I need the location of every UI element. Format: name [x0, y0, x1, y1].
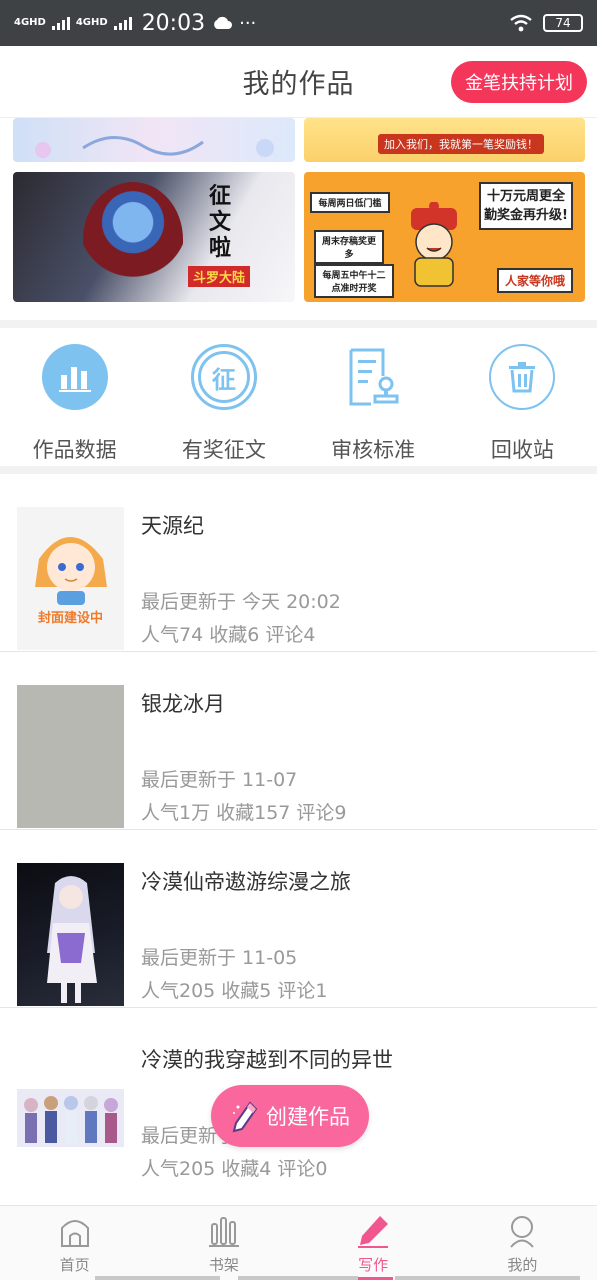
- tab-write-label: 写作: [358, 1256, 389, 1274]
- work-data-label: 作品数据: [32, 438, 117, 462]
- work-title: 冷漠仙帝遨游综漫之旅: [141, 870, 351, 894]
- work-title: 天源纪: [141, 514, 204, 538]
- contest-banner[interactable]: 征文啦 斗罗大陆: [13, 172, 295, 302]
- bonus-box-1: 每周两日低门槛: [310, 192, 390, 213]
- section-divider: [0, 320, 597, 328]
- work-title: 银龙冰月: [141, 692, 225, 716]
- anime-character-icon: [83, 182, 183, 297]
- emperor-mascot-icon: [411, 202, 457, 287]
- anime-girl-icon: [47, 876, 97, 1003]
- bonus-box-2: 周末存稿奖更多: [314, 230, 384, 264]
- bonus-cta: 人家等你哦: [496, 268, 573, 293]
- work-stats: 人气205 收藏4 评论0: [141, 1158, 328, 1180]
- page-title: 我的作品: [242, 69, 355, 100]
- recycle-bin-label: 回收站: [490, 438, 554, 462]
- cover-caption: 封面建设中: [37, 611, 103, 626]
- work-stats: 人气74 收藏6 评论4: [141, 624, 316, 646]
- work-updated: 最后更新于 今天 20:02: [141, 591, 341, 613]
- signal-bars-icon: [51, 16, 70, 30]
- tab-profile-label: 我的: [507, 1256, 538, 1274]
- anime-group-icon: [17, 1089, 124, 1147]
- signal-1-label: 4GHD: [14, 17, 46, 28]
- review-standard-button[interactable]: 审核标准: [299, 328, 448, 466]
- signal-bars-icon: [113, 16, 132, 30]
- status-bar: 4GHD 4GHD 20:03 ··· 74: [0, 0, 597, 46]
- banner-grid: 加入我们，我就第一笔奖励钱！ 征文啦 斗罗大陆 每周两日低门槛 周末存稿奖更多 …: [0, 118, 597, 320]
- bonus-banner[interactable]: 每周两日低门槛 周末存稿奖更多 每周五中午十二点准时开奖 十万元周更全勤奖金再升…: [304, 172, 585, 302]
- bonus-box-3: 每周五中午十二点准时开奖: [314, 264, 394, 298]
- battery-icon: 74: [543, 14, 583, 32]
- works-list: 封面建设中 天源纪 最后更新于 今天 20:02 人气74 收藏6 评论4 银龙…: [0, 474, 597, 1186]
- signal-2: 4GHD: [76, 18, 108, 28]
- contest-glyph: 征: [197, 351, 250, 403]
- system-nav-indicator: [238, 1276, 358, 1280]
- system-nav-indicator: [95, 1276, 220, 1280]
- battery-level: 74: [555, 16, 571, 30]
- bookshelf-icon: [208, 1217, 239, 1247]
- placeholder-avatar-icon: [35, 537, 107, 605]
- profile-icon: [510, 1216, 535, 1248]
- pen-icon: [358, 1216, 389, 1248]
- signal-2-label: 4GHD: [75, 17, 108, 28]
- contest-subtitle: 斗罗大陆: [188, 266, 251, 287]
- decorative-art-icon: [35, 136, 274, 158]
- bottom-tab-bar: 首页 书架 写作 我的: [0, 1205, 597, 1280]
- top-left-banner[interactable]: [13, 118, 295, 162]
- work-updated: 最后更新于 11-07: [141, 769, 298, 791]
- trash-icon: [489, 344, 556, 410]
- work-title: 冷漠的我穿越到不同的异世: [141, 1048, 393, 1072]
- page-header: 我的作品 金笔扶持计划: [0, 46, 597, 118]
- home-icon: [60, 1220, 89, 1247]
- recycle-bin-button[interactable]: 回收站: [448, 328, 597, 466]
- tab-home-label: 首页: [59, 1256, 90, 1274]
- tab-bookshelf[interactable]: 书架: [149, 1206, 298, 1280]
- create-work-button[interactable]: 创建作品: [211, 1085, 369, 1147]
- review-standard-label: 审核标准: [331, 438, 416, 462]
- work-stats: 人气1万 收藏157 评论9: [141, 802, 347, 824]
- work-item[interactable]: 冷漠仙帝遨游综漫之旅 最后更新于 11-05 人气205 收藏5 评论1: [0, 830, 597, 1008]
- wifi-icon: [510, 14, 532, 32]
- work-cover: 封面建设中: [17, 507, 124, 650]
- work-cover: [17, 863, 124, 1006]
- quick-actions: 作品数据 征 有奖征文 审核标准 回收站: [0, 328, 597, 466]
- pencil-icon: [232, 1101, 258, 1133]
- work-item[interactable]: 封面建设中 天源纪 最后更新于 今天 20:02 人气74 收藏6 评论4: [0, 474, 597, 652]
- tab-home[interactable]: 首页: [0, 1206, 149, 1280]
- system-nav-indicator: [395, 1276, 580, 1280]
- tab-write[interactable]: 写作: [299, 1206, 448, 1280]
- top-right-banner[interactable]: 加入我们，我就第一笔奖励钱！: [304, 118, 585, 162]
- bar-chart-icon: [41, 344, 108, 410]
- contest-icon: 征: [190, 344, 257, 410]
- work-updated: 最后更新于 11-05: [141, 947, 298, 969]
- work-stats: 人气205 收藏5 评论1: [141, 980, 328, 1002]
- tab-profile[interactable]: 我的: [448, 1206, 597, 1280]
- tab-bookshelf-label: 书架: [208, 1256, 239, 1274]
- review-doc-icon: [340, 344, 406, 410]
- status-time: 20:03: [141, 10, 206, 36]
- top-right-banner-tag: 加入我们，我就第一笔奖励钱！: [378, 134, 544, 154]
- work-cover: [17, 1041, 124, 1184]
- section-divider: [0, 466, 597, 474]
- create-work-label: 创建作品: [266, 1105, 350, 1129]
- support-plan-button[interactable]: 金笔扶持计划: [451, 61, 587, 103]
- work-data-button[interactable]: 作品数据: [0, 328, 149, 466]
- work-item[interactable]: 银龙冰月 最后更新于 11-07 人气1万 收藏157 评论9: [0, 652, 597, 830]
- contest-label: 有奖征文: [181, 438, 266, 462]
- bonus-headline: 十万元周更全勤奖金再升级!: [479, 182, 573, 230]
- signal-1: 4GHD: [14, 18, 46, 28]
- work-cover: [17, 685, 124, 828]
- contest-button[interactable]: 征 有奖征文: [149, 328, 298, 466]
- contest-heading: 征文啦: [209, 184, 232, 261]
- cloud-icon: [214, 16, 233, 29]
- status-more: ···: [239, 12, 257, 34]
